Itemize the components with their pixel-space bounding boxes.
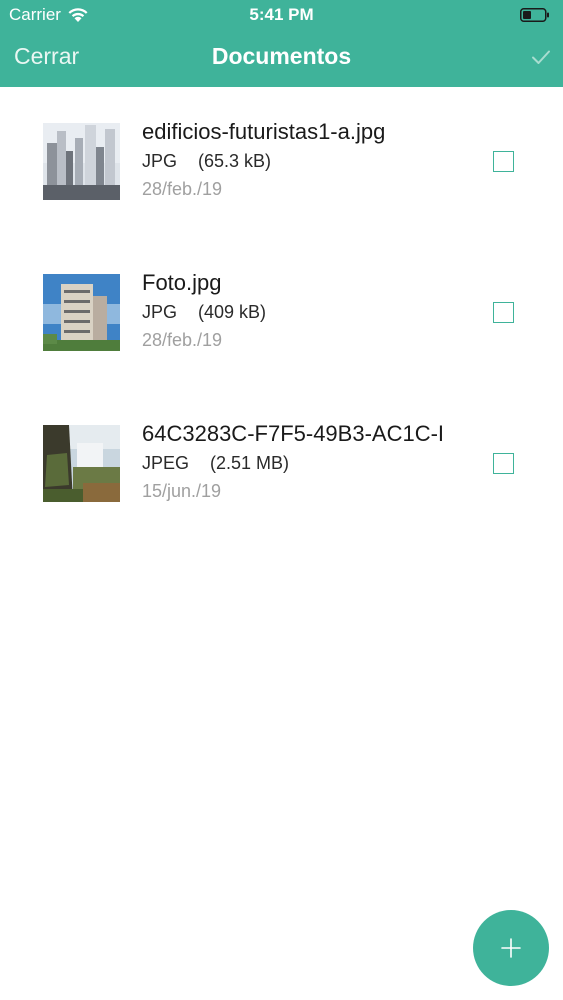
skyscrapers-thumbnail — [43, 123, 120, 200]
page-title: Documentos — [211, 43, 352, 69]
battery-icon — [520, 8, 549, 22]
list-item[interactable]: edificios-futuristas1-a.jpg JPG (65.3 kB… — [0, 87, 563, 207]
select-checkbox[interactable] — [493, 151, 514, 172]
document-size: (65.3 kB) — [198, 151, 272, 171]
add-document-button[interactable] — [473, 910, 549, 986]
document-date: 15/jun./19 — [142, 481, 222, 501]
header: Carrier 5:41 PM Cerrar Documentos — [0, 0, 563, 87]
document-name: edificios-futuristas1-a.jpg — [142, 119, 386, 144]
document-size: (2.51 MB) — [210, 453, 290, 473]
document-name: 64C3283C-F7F5-49B3-AC1C-I — [142, 421, 445, 446]
document-date: 28/feb./19 — [142, 330, 223, 350]
status-time: 5:41 PM — [249, 5, 314, 24]
document-type: JPG — [142, 302, 178, 322]
select-checkbox[interactable] — [493, 302, 514, 323]
list-item[interactable]: 64C3283C-F7F5-49B3-AC1C-I JPEG (2.51 MB)… — [0, 389, 563, 509]
plus-icon — [501, 938, 521, 958]
waterfall-thumbnail — [43, 425, 120, 502]
status-bar: Carrier 5:41 PM — [0, 0, 563, 30]
document-date: 28/feb./19 — [142, 179, 223, 199]
document-type: JPG — [142, 151, 178, 171]
building-thumbnail — [43, 274, 120, 351]
navigation-bar: Cerrar Documentos — [0, 30, 563, 87]
document-name: Foto.jpg — [142, 270, 222, 295]
document-type: JPEG — [142, 453, 190, 473]
list-item[interactable]: Foto.jpg JPG (409 kB) 28/feb./19 — [0, 238, 563, 358]
checkmark-icon[interactable] — [531, 47, 551, 67]
select-checkbox[interactable] — [493, 453, 514, 474]
document-size: (409 kB) — [198, 302, 267, 322]
